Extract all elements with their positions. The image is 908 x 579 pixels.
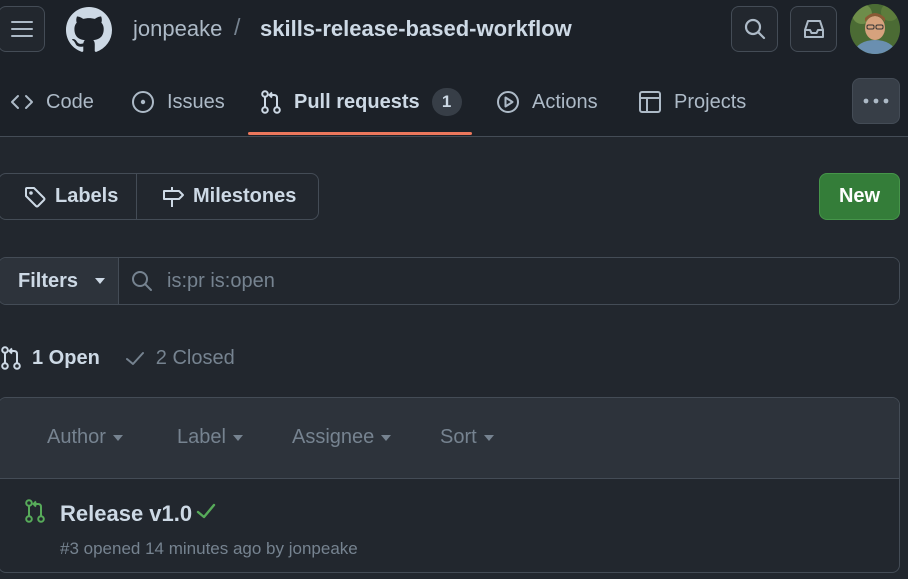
search-button[interactable] — [731, 6, 778, 52]
tab-code-label: Code — [46, 90, 94, 113]
issue-icon — [132, 91, 154, 113]
caret-down-icon — [483, 434, 494, 441]
play-icon — [497, 91, 519, 113]
search-icon — [132, 271, 152, 291]
author-filter-label: Author — [47, 426, 106, 448]
repo-owner-link[interactable]: jonpeake — [133, 16, 222, 42]
avatar[interactable] — [850, 4, 900, 54]
tab-pull-requests[interactable]: Pull requests 1 — [260, 85, 462, 119]
milestones-button[interactable]: Milestones — [137, 174, 318, 219]
pull-request-meta: #3 opened 14 minutes ago by jonpeake — [60, 539, 358, 558]
menu-button[interactable] — [0, 6, 45, 52]
code-icon — [11, 95, 33, 109]
labels-button-label: Labels — [55, 185, 119, 207]
tab-issues[interactable]: Issues — [131, 85, 225, 119]
assignee-filter-dropdown[interactable]: Assignee — [292, 426, 392, 449]
open-pull-request-icon — [24, 499, 46, 523]
inbox-button[interactable] — [790, 6, 837, 52]
caret-down-icon — [95, 278, 106, 284]
closed-count-label: 2 Closed — [155, 346, 235, 369]
tab-pull-requests-label: Pull requests — [294, 90, 420, 113]
checks-passed-icon[interactable] — [195, 501, 217, 521]
table-icon — [639, 91, 661, 113]
list-item: Release v1.0 #3 opened 14 minutes ago by… — [0, 479, 899, 572]
author-filter-dropdown[interactable]: Author — [47, 426, 123, 449]
caret-down-icon — [112, 434, 123, 441]
filter-bar: Filters is:pr is:open — [0, 257, 900, 305]
tab-issues-label: Issues — [167, 90, 225, 113]
check-icon — [125, 352, 144, 365]
milestones-button-label: Milestones — [193, 185, 297, 207]
pull-request-icon — [261, 90, 281, 114]
tag-icon — [25, 186, 46, 207]
open-filter-link[interactable]: 1 Open — [0, 346, 100, 370]
tab-actions-label: Actions — [532, 90, 598, 113]
hamburger-icon — [10, 21, 33, 37]
tab-projects-label: Projects — [674, 90, 747, 113]
pull-requests-count-badge: 1 — [431, 88, 462, 116]
filters-label: Filters — [18, 269, 79, 292]
sort-dropdown[interactable]: Sort — [440, 426, 494, 449]
repo-separator: / — [234, 14, 241, 40]
closed-filter-link[interactable]: 2 Closed — [124, 347, 235, 370]
pull-request-title-link[interactable]: Release v1.0 — [60, 501, 192, 527]
list-filter-header: Author Label Assignee Sort — [0, 398, 899, 479]
label-filter-dropdown[interactable]: Label — [177, 426, 243, 449]
pull-request-list: Author Label Assignee Sort Release v1.0 … — [0, 397, 900, 573]
state-toggle: 1 Open 2 Closed — [0, 344, 235, 372]
assignee-filter-label: Assignee — [292, 426, 375, 448]
labels-button[interactable]: Labels — [0, 174, 137, 219]
kebab-horizontal-icon — [863, 98, 889, 104]
label-filter-label: Label — [177, 426, 226, 448]
inbox-icon — [803, 20, 824, 38]
milestone-icon — [163, 186, 184, 207]
search-input-value: is:pr is:open — [167, 269, 275, 292]
tab-projects[interactable]: Projects — [638, 85, 746, 119]
caret-down-icon — [232, 434, 243, 441]
tab-actions[interactable]: Actions — [496, 85, 598, 119]
new-pull-request-button[interactable]: New — [819, 173, 900, 220]
search-input[interactable]: is:pr is:open — [119, 258, 899, 304]
search-icon — [744, 18, 765, 40]
more-tabs-button[interactable] — [852, 78, 900, 124]
open-count-label: 1 Open — [32, 346, 100, 369]
filters-dropdown[interactable]: Filters — [0, 258, 119, 304]
pull-request-icon — [1, 346, 21, 370]
repo-header: jonpeake / skills-release-based-workflow — [0, 0, 908, 137]
tab-code[interactable]: Code — [10, 85, 94, 119]
sort-label: Sort — [440, 426, 477, 448]
labels-milestones-group: Labels Milestones — [0, 173, 319, 220]
caret-down-icon — [381, 434, 392, 441]
github-logo-icon[interactable] — [66, 7, 112, 53]
active-tab-indicator — [248, 132, 472, 135]
repo-name-link[interactable]: skills-release-based-workflow — [260, 16, 572, 42]
